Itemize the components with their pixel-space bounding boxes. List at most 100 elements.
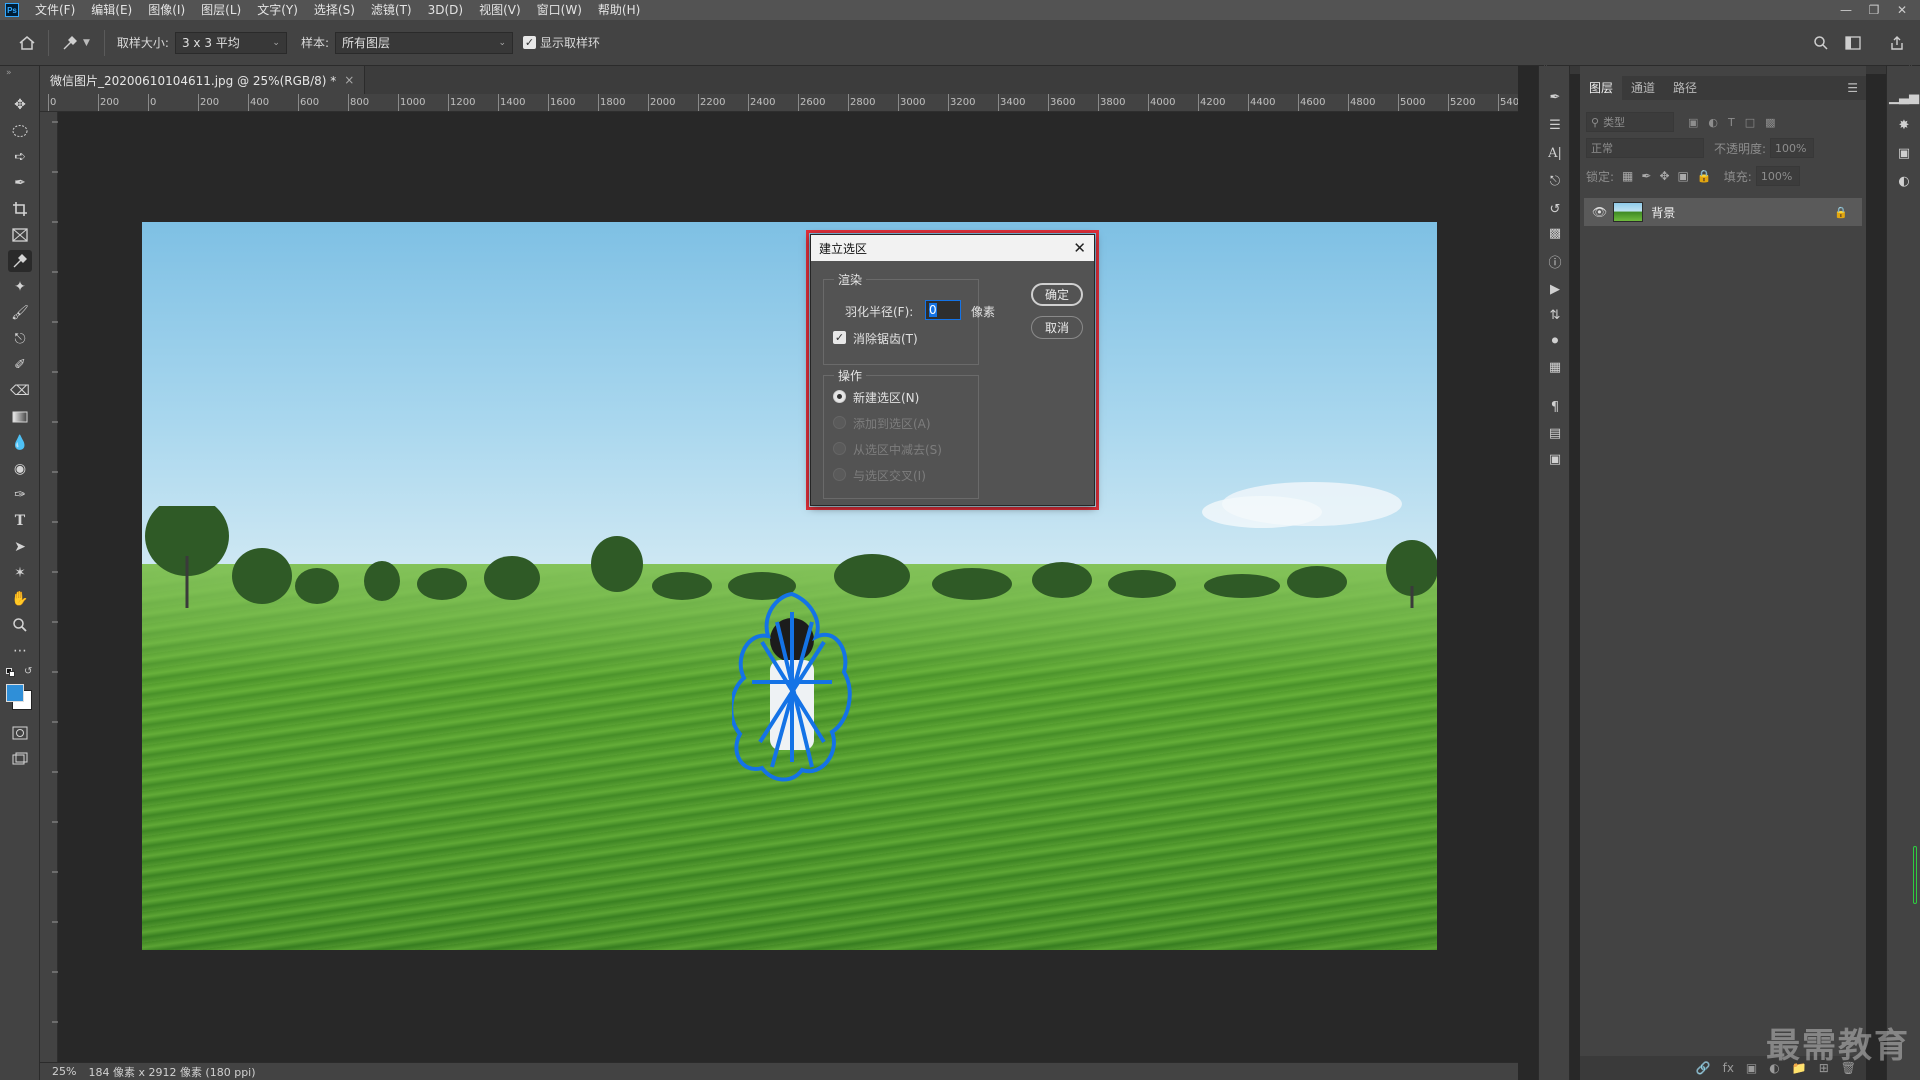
gradient-tool-icon[interactable] bbox=[8, 406, 32, 428]
tab-channels[interactable]: 通道 bbox=[1622, 76, 1664, 100]
close-tab-icon[interactable]: × bbox=[344, 73, 354, 87]
tab-paths[interactable]: 路径 bbox=[1664, 76, 1706, 100]
menu-view[interactable]: 视图(V) bbox=[471, 0, 529, 20]
layer-filter-icons[interactable]: ▣◐T□▩ bbox=[1688, 116, 1786, 129]
marquee-tool-icon[interactable] bbox=[8, 120, 32, 142]
lock-row: 锁定: ▦✒✥▣🔒 填充: 100% bbox=[1586, 166, 1860, 186]
quick-mask-icon[interactable] bbox=[8, 722, 32, 744]
add-to-selection-radio[interactable] bbox=[833, 416, 846, 429]
menu-edit[interactable]: 编辑(E) bbox=[83, 0, 140, 20]
blend-mode-select[interactable]: 正常 bbox=[1586, 138, 1704, 158]
libraries-icon[interactable]: ▣ bbox=[1894, 144, 1914, 162]
menu-3d[interactable]: 3D(D) bbox=[420, 0, 471, 20]
tab-layers[interactable]: 图层 bbox=[1580, 76, 1623, 100]
menu-select[interactable]: 选择(S) bbox=[306, 0, 363, 20]
eyedropper-tool-icon[interactable] bbox=[8, 250, 32, 272]
layer-row-background[interactable]: 👁 背景 🔒 bbox=[1584, 198, 1862, 226]
menu-layer[interactable]: 图层(L) bbox=[193, 0, 249, 20]
paragraph-icon[interactable]: ¶ bbox=[1545, 398, 1565, 416]
lock-icons[interactable]: ▦✒✥▣🔒 bbox=[1622, 169, 1720, 183]
color-icon[interactable]: ◐ bbox=[1894, 172, 1914, 190]
share-icon[interactable] bbox=[1884, 30, 1910, 56]
ok-button[interactable]: 确定 bbox=[1031, 283, 1083, 306]
dodge-tool-icon[interactable]: ◉ bbox=[8, 458, 32, 480]
lasso-tool-icon[interactable]: ➪ bbox=[8, 146, 32, 168]
clone-stamp-tool-icon[interactable]: ⎋ bbox=[8, 328, 32, 350]
navigator-icon[interactable]: ✸ bbox=[1894, 116, 1914, 134]
blur-tool-icon[interactable]: 💧 bbox=[8, 432, 32, 454]
minimize-icon[interactable]: — bbox=[1832, 0, 1860, 20]
home-icon[interactable] bbox=[14, 30, 40, 56]
zoom-level[interactable]: 25% bbox=[52, 1065, 76, 1078]
zoom-tool-icon[interactable] bbox=[8, 614, 32, 636]
eraser-tool-icon[interactable]: ⌫ bbox=[8, 380, 32, 402]
menu-help[interactable]: 帮助(H) bbox=[590, 0, 648, 20]
panel-menu-icon[interactable]: ☰ bbox=[1847, 76, 1858, 100]
brush-settings-icon[interactable]: ✒ bbox=[1545, 88, 1565, 106]
menu-type[interactable]: 文字(Y) bbox=[249, 0, 306, 20]
frame-tool-icon[interactable] bbox=[8, 224, 32, 246]
healing-brush-tool-icon[interactable]: ✦ bbox=[8, 276, 32, 298]
type-tool-icon[interactable]: T bbox=[8, 510, 32, 532]
crop-tool-icon[interactable] bbox=[8, 198, 32, 220]
ruler-tick-label: 3000 bbox=[900, 97, 926, 108]
adjustments-icon[interactable]: ☰ bbox=[1545, 116, 1565, 134]
menu-window[interactable]: 窗口(W) bbox=[529, 0, 590, 20]
fx-icon[interactable]: fx bbox=[1723, 1061, 1734, 1075]
panel-collapse-icon[interactable]: » bbox=[6, 68, 12, 78]
screen-mode-icon[interactable] bbox=[8, 748, 32, 770]
new-selection-radio[interactable] bbox=[833, 390, 846, 403]
more-tools-icon[interactable]: ⋯ bbox=[8, 640, 32, 662]
glyphs-icon[interactable]: ▤ bbox=[1545, 424, 1565, 442]
workspace-icon[interactable] bbox=[1840, 30, 1866, 56]
default-colors-icon[interactable]: ↺ bbox=[6, 666, 34, 682]
eyedropper-preset-icon[interactable] bbox=[57, 30, 83, 56]
visibility-eye-icon[interactable]: 👁 bbox=[1592, 205, 1607, 219]
pen-tool-icon[interactable]: ✑ bbox=[8, 484, 32, 506]
notes-icon[interactable]: ▣ bbox=[1545, 450, 1565, 468]
custom-shape-tool-icon[interactable]: ✶ bbox=[8, 562, 32, 584]
intersect-selection-radio[interactable] bbox=[833, 468, 846, 481]
antialias-checkbox[interactable]: ✓ bbox=[833, 331, 846, 344]
feather-radius-input[interactable]: 0 bbox=[925, 300, 961, 320]
document-tab[interactable]: 微信图片_20200610104611.jpg @ 25%(RGB/8) * × bbox=[40, 66, 366, 94]
3d-icon[interactable]: ⚫ bbox=[1545, 332, 1565, 350]
cancel-button[interactable]: 取消 bbox=[1031, 316, 1083, 339]
brush-tool-icon[interactable]: 🖌 bbox=[8, 302, 32, 324]
sample-size-select[interactable]: 3 x 3 平均 ⌄ bbox=[174, 31, 287, 54]
link-layers-icon[interactable]: 🔗 bbox=[1696, 1061, 1711, 1075]
feather-radius-label: 羽化半径(F): bbox=[845, 305, 914, 319]
histogram-icon[interactable]: ▁▃▅ bbox=[1889, 88, 1919, 106]
add-mask-icon[interactable]: ▣ bbox=[1746, 1061, 1757, 1075]
opacity-input[interactable]: 100% bbox=[1770, 138, 1815, 158]
table-icon[interactable]: ▦ bbox=[1545, 358, 1565, 376]
preset-dropdown-icon[interactable]: ▼ bbox=[83, 38, 90, 48]
hand-tool-icon[interactable]: ✋ bbox=[8, 588, 32, 610]
info-icon[interactable]: ⓘ bbox=[1545, 252, 1565, 271]
scroll-indicator[interactable] bbox=[1913, 846, 1917, 904]
path-selection-tool-icon[interactable]: ➤ bbox=[8, 536, 32, 558]
sample-select[interactable]: 所有图层 ⌄ bbox=[335, 31, 514, 54]
menu-file[interactable]: 文件(F) bbox=[27, 0, 83, 20]
fill-input[interactable]: 100% bbox=[1755, 166, 1800, 186]
subtract-selection-radio[interactable] bbox=[833, 442, 846, 455]
search-icon[interactable] bbox=[1808, 30, 1834, 56]
show-sampling-ring-checkbox[interactable]: ✓ bbox=[523, 36, 537, 49]
menu-filter[interactable]: 滤镜(T) bbox=[363, 0, 420, 20]
move-tool-icon[interactable]: ✥ bbox=[8, 94, 32, 116]
character-icon[interactable]: A| bbox=[1545, 144, 1565, 162]
actions-play-icon[interactable]: ▶ bbox=[1545, 280, 1565, 298]
history-brush-tool-icon[interactable]: ✐ bbox=[8, 354, 32, 376]
properties-icon[interactable]: ⇅ bbox=[1545, 306, 1565, 324]
close-window-icon[interactable]: ✕ bbox=[1888, 0, 1916, 20]
menu-image[interactable]: 图像(I) bbox=[140, 0, 193, 20]
history-icon[interactable]: ↺ bbox=[1545, 200, 1565, 218]
restore-icon[interactable]: ❐ bbox=[1860, 0, 1888, 20]
tool-presets-icon[interactable]: ▩ bbox=[1545, 224, 1565, 242]
foreground-color-swatch[interactable] bbox=[6, 684, 24, 702]
clone-source-icon[interactable]: ⎋ bbox=[1545, 172, 1565, 190]
close-icon[interactable]: ✕ bbox=[1073, 239, 1086, 257]
quick-selection-tool-icon[interactable]: ✒ bbox=[8, 172, 32, 194]
layer-filter-kind-select[interactable]: ⚲ 类型 bbox=[1586, 112, 1674, 132]
document-image[interactable] bbox=[142, 222, 1437, 950]
